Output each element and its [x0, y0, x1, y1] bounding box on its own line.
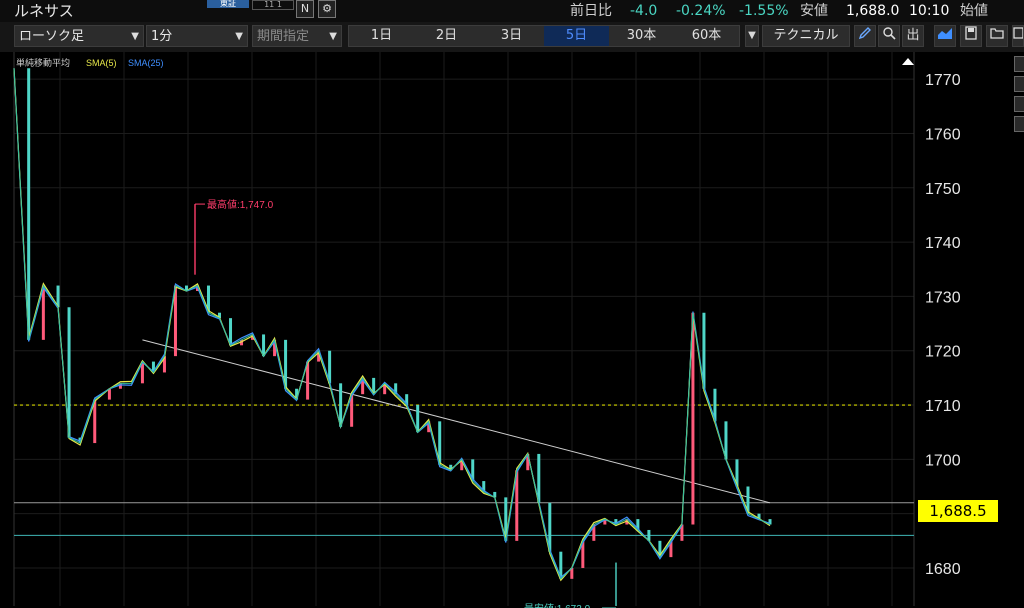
save-icon[interactable] — [960, 25, 982, 47]
price-chart[interactable]: 1770176017501740173017201710170016901680… — [0, 52, 1012, 608]
gear-icon[interactable]: ⚙ — [318, 0, 336, 18]
chevron-down-icon: ▼ — [131, 31, 139, 42]
side-tool-button[interactable] — [1014, 76, 1024, 92]
change-label: 前日比 — [570, 3, 612, 19]
price-series — [13, 68, 772, 582]
collapse-arrow-icon[interactable] — [902, 58, 914, 65]
y-tick-label: 1720 — [925, 344, 961, 361]
sma25-line — [13, 68, 771, 579]
chart-grid — [13, 52, 915, 606]
current-price-tag: 1,688.5 — [918, 500, 998, 522]
side-tool-button[interactable] — [1014, 56, 1024, 72]
low-percent: -1.55% — [739, 3, 789, 19]
y-tick-label: 1740 — [925, 235, 961, 252]
legend-item: SMA(25) — [128, 58, 164, 68]
interval-select[interactable]: 1分 ▼ — [146, 25, 248, 47]
tab-5d[interactable]: 5日 — [544, 26, 609, 46]
side-toolbar — [1014, 56, 1024, 146]
stock-name: ルネサス — [14, 2, 74, 20]
code-box[interactable]: 11 1 — [252, 0, 294, 10]
low-marker-label: 最安値:1,673.0 — [524, 602, 591, 608]
chart-legend: 単純移動平均 SMA(5) SMA(25) — [16, 57, 164, 68]
y-tick-label: 1750 — [925, 181, 961, 198]
period-more-button[interactable]: ▼ — [745, 25, 759, 47]
y-tick-label: 1730 — [925, 289, 961, 306]
low-label: 安値 — [800, 3, 828, 19]
tab-60bars[interactable]: 60本 — [674, 26, 739, 46]
zoom-icon[interactable] — [878, 25, 900, 47]
change-value: -4.0 — [630, 3, 658, 19]
tab-3d[interactable]: 3日 — [479, 26, 544, 46]
technical-button[interactable]: テクニカル — [762, 25, 850, 47]
interval-value: 1分 — [151, 29, 173, 44]
y-tick-label: 1700 — [925, 452, 961, 469]
range-select[interactable]: 期間指定 ▼ — [252, 25, 342, 47]
period-tabs: 1日 2日 3日 5日 30本 60本 — [348, 25, 740, 47]
chevron-down-icon: ▼ — [329, 31, 337, 42]
notes-button[interactable]: N — [296, 0, 314, 18]
y-tick-label: 1760 — [925, 126, 961, 143]
price-line — [13, 68, 771, 580]
trend-line — [142, 339, 771, 504]
side-tool-button[interactable] — [1014, 116, 1024, 132]
open-label: 始値 — [960, 3, 988, 19]
header-bar: ルネサス 東証 11 1 N ⚙ 前日比 -4.0 -0.24% -1.55% … — [0, 0, 1024, 22]
y-tick-label: 1680 — [925, 561, 961, 578]
legend-title: 単純移動平均 — [16, 57, 70, 68]
side-tool-button[interactable] — [1014, 96, 1024, 112]
pen-icon[interactable] — [854, 25, 876, 47]
y-tick-label: 1770 — [925, 72, 961, 89]
sma5-line — [13, 68, 771, 582]
chart-style-icon[interactable] — [934, 25, 956, 47]
tab-2d[interactable]: 2日 — [414, 26, 479, 46]
chevron-down-icon: ▼ — [235, 31, 243, 42]
frame-icon[interactable] — [1012, 25, 1024, 47]
range-placeholder: 期間指定 — [257, 29, 310, 44]
tab-1d[interactable]: 1日 — [349, 26, 414, 46]
high-marker-label: 最高値:1,747.0 — [207, 198, 274, 211]
chart-type-value: ローソク足 — [19, 29, 85, 44]
y-tick-label: 1710 — [925, 398, 961, 415]
toolbar: ローソク足 ▼ 1分 ▼ 期間指定 ▼ 1日 2日 3日 5日 30本 60本 … — [0, 22, 1024, 52]
quote-time: 10:10 — [909, 3, 950, 19]
output-icon[interactable]: 出 — [902, 25, 924, 47]
legend-item: SMA(5) — [86, 58, 117, 68]
change-percent: -0.24% — [676, 3, 726, 19]
folder-icon[interactable] — [986, 25, 1008, 47]
tab-30bars[interactable]: 30本 — [609, 26, 674, 46]
low-price: 1,688.0 — [846, 3, 900, 19]
reference-lines — [14, 339, 914, 536]
market-badge[interactable]: 東証 — [207, 0, 249, 8]
chart-type-select[interactable]: ローソク足 ▼ — [14, 25, 144, 47]
